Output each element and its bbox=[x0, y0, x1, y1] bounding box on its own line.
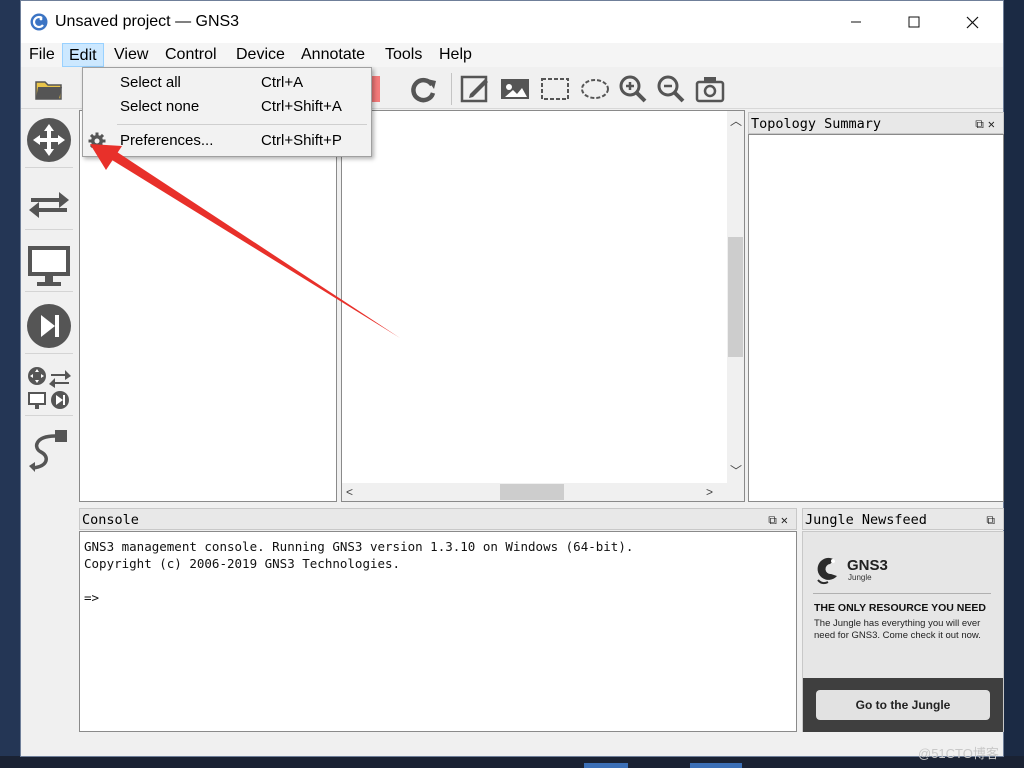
device-type-bar bbox=[21, 110, 77, 502]
console-title: Console bbox=[82, 512, 139, 528]
undock-icon[interactable]: ⧉ bbox=[975, 117, 988, 131]
security-devices-button[interactable] bbox=[25, 302, 73, 354]
jungle-newsfeed-title: Jungle Newsfeed bbox=[805, 512, 927, 528]
menu-item-label: Select none bbox=[120, 98, 200, 115]
menu-view[interactable]: View bbox=[108, 43, 154, 67]
scroll-right-icon[interactable]: > bbox=[706, 486, 713, 498]
divider bbox=[813, 593, 991, 594]
menu-edit[interactable]: Edit bbox=[62, 43, 104, 67]
menu-annotate[interactable]: Annotate bbox=[295, 43, 371, 67]
open-folder-icon[interactable] bbox=[33, 73, 65, 105]
menu-device[interactable]: Device bbox=[230, 43, 291, 67]
security-devices-icon bbox=[27, 304, 71, 348]
menu-file[interactable]: File bbox=[23, 43, 61, 67]
routers-icon bbox=[27, 118, 71, 162]
routers-button[interactable] bbox=[25, 116, 73, 168]
menu-item-select-none[interactable]: Select none Ctrl+Shift+A bbox=[83, 95, 371, 119]
toolbar-separator bbox=[451, 73, 452, 105]
jungle-newsfeed-panel: GNS3 Jungle THE ONLY RESOURCE YOU NEED T… bbox=[802, 531, 1004, 732]
add-link-button[interactable] bbox=[25, 426, 73, 478]
jungle-body-text: The Jungle has everything you will ever … bbox=[814, 618, 981, 641]
draw-rectangle-icon[interactable] bbox=[539, 73, 571, 105]
console-line: Copyright (c) 2006-2019 GNS3 Technologie… bbox=[84, 556, 401, 571]
watermark: @51CTO博客 bbox=[918, 746, 999, 761]
switches-button[interactable] bbox=[25, 178, 73, 230]
topology-canvas[interactable]: ︿ ﹀ < > bbox=[341, 110, 745, 502]
undock-icon[interactable]: ⧉ bbox=[768, 513, 781, 527]
undock-icon[interactable]: ⧉ bbox=[986, 513, 999, 527]
jungle-brand-subtitle: Jungle bbox=[848, 573, 872, 582]
menu-tools[interactable]: Tools bbox=[379, 43, 428, 67]
vertical-scroll-thumb[interactable] bbox=[728, 237, 743, 357]
desktop-background-left bbox=[0, 0, 20, 768]
topology-summary-titlebar[interactable]: Topology Summary ⧉✕ bbox=[748, 112, 1004, 134]
draw-ellipse-icon[interactable] bbox=[579, 73, 611, 105]
menu-item-label: Select all bbox=[120, 74, 181, 91]
gns3-chameleon-logo bbox=[817, 557, 837, 585]
end-devices-icon bbox=[28, 246, 70, 286]
zoom-out-icon[interactable] bbox=[655, 73, 687, 105]
gear-icon bbox=[88, 132, 106, 150]
console-titlebar[interactable]: Console ⧉✕ bbox=[79, 508, 797, 530]
menu-item-label: Preferences... bbox=[120, 132, 214, 149]
menu-item-shortcut: Ctrl+Shift+A bbox=[261, 98, 342, 115]
insert-picture-icon[interactable] bbox=[499, 73, 531, 105]
nodes-browser-panel[interactable] bbox=[79, 110, 337, 502]
add-link-icon bbox=[29, 430, 67, 472]
canvas-horizontal-scrollbar[interactable]: < > bbox=[342, 483, 744, 501]
gns3-app-icon bbox=[30, 13, 48, 31]
menu-item-select-all[interactable]: Select all Ctrl+A bbox=[83, 71, 371, 95]
desktop-background-right bbox=[1004, 0, 1024, 768]
taskbar-item[interactable] bbox=[584, 763, 628, 768]
gns3-main-window: Unsaved project — GNS3 File Edit View Co… bbox=[20, 0, 1004, 757]
canvas-vertical-scrollbar[interactable]: ︿ ﹀ bbox=[727, 111, 744, 484]
console-output[interactable]: GNS3 management console. Running GNS3 ve… bbox=[79, 531, 797, 732]
taskbar-item[interactable] bbox=[690, 763, 742, 768]
topology-summary-panel bbox=[748, 134, 1004, 502]
close-icon[interactable]: ✕ bbox=[781, 513, 792, 527]
status-bar bbox=[21, 736, 1003, 756]
jungle-brand: GNS3 bbox=[847, 557, 888, 574]
maximize-icon[interactable] bbox=[885, 1, 943, 43]
jungle-headline: THE ONLY RESOURCE YOU NEED bbox=[814, 602, 986, 614]
screenshot-icon[interactable] bbox=[694, 73, 726, 105]
title-bar[interactable]: Unsaved project — GNS3 bbox=[21, 1, 1003, 43]
close-icon[interactable] bbox=[943, 1, 1001, 43]
console-prompt[interactable]: => bbox=[84, 589, 792, 606]
menu-bar: File Edit View Control Device Annotate T… bbox=[21, 43, 1003, 67]
scroll-down-icon[interactable]: ﹀ bbox=[730, 465, 742, 477]
menu-control[interactable]: Control bbox=[159, 43, 223, 67]
console-line: GNS3 management console. Running GNS3 ve… bbox=[84, 539, 634, 554]
go-to-jungle-button[interactable]: Go to the Jungle bbox=[816, 690, 990, 720]
jungle-footer: Go to the Jungle bbox=[803, 678, 1003, 732]
menu-item-shortcut: Ctrl+Shift+P bbox=[261, 132, 342, 149]
topology-summary-title: Topology Summary bbox=[751, 116, 882, 132]
menu-separator bbox=[117, 124, 367, 125]
scroll-left-icon[interactable]: < bbox=[346, 486, 353, 498]
close-icon[interactable]: ✕ bbox=[988, 117, 999, 131]
switches-icon bbox=[29, 192, 69, 218]
menu-item-shortcut: Ctrl+A bbox=[261, 74, 304, 91]
menu-item-preferences[interactable]: Preferences... Ctrl+Shift+P bbox=[83, 129, 371, 153]
taskbar bbox=[0, 756, 1024, 768]
jungle-newsfeed-titlebar[interactable]: Jungle Newsfeed ⧉ bbox=[802, 508, 1004, 530]
minimize-icon[interactable] bbox=[827, 1, 885, 43]
scroll-up-icon[interactable]: ︿ bbox=[730, 115, 742, 127]
window-title: Unsaved project — GNS3 bbox=[55, 13, 240, 30]
add-note-icon[interactable] bbox=[459, 73, 491, 105]
menu-help[interactable]: Help bbox=[433, 43, 478, 67]
all-devices-icon bbox=[28, 367, 71, 409]
edit-dropdown-menu: Select all Ctrl+A Select none Ctrl+Shift… bbox=[82, 67, 372, 157]
end-devices-button[interactable] bbox=[25, 240, 73, 292]
zoom-in-icon[interactable] bbox=[617, 73, 649, 105]
horizontal-scroll-thumb[interactable] bbox=[500, 484, 564, 500]
all-devices-button[interactable] bbox=[25, 364, 73, 416]
reload-icon[interactable] bbox=[407, 73, 439, 105]
